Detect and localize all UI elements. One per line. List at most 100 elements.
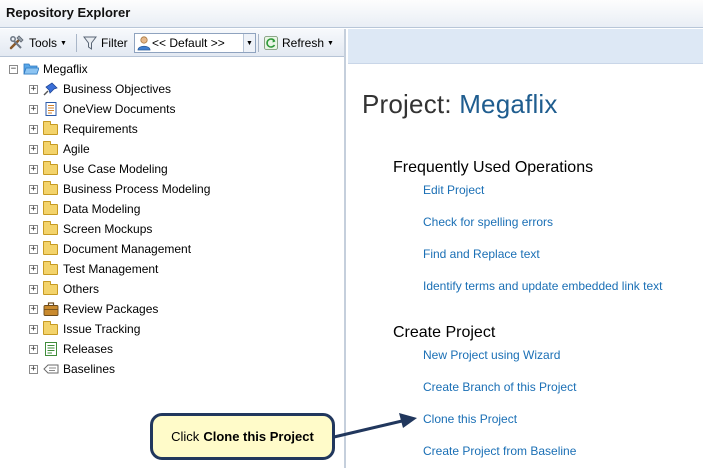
clone-project-link[interactable]: Clone this Project [423, 412, 517, 426]
tools-icon [9, 35, 24, 50]
tree-node-business-process-modeling[interactable]: + Business Process Modeling [29, 179, 210, 199]
expand-icon[interactable]: + [29, 204, 38, 214]
expand-icon[interactable]: + [29, 224, 38, 234]
tree-node-screen-mockups[interactable]: + Screen Mockups [29, 219, 152, 239]
folder-icon [43, 201, 59, 216]
expand-icon[interactable]: + [29, 144, 38, 154]
folder-icon [43, 221, 59, 236]
expand-icon[interactable]: + [29, 104, 38, 114]
create-branch-link[interactable]: Create Branch of this Project [423, 380, 576, 394]
expand-icon[interactable]: + [29, 124, 38, 134]
tree-node-label: Use Case Modeling [63, 162, 168, 176]
tree-node-label: Issue Tracking [63, 322, 141, 336]
toolbar-separator [76, 34, 77, 52]
tree-node-label: Data Modeling [63, 202, 141, 216]
tree-node-label: Document Management [63, 242, 192, 256]
expand-icon[interactable]: + [29, 84, 38, 94]
tree-node-label: Others [63, 282, 100, 296]
tree-node-use-case-modeling[interactable]: + Use Case Modeling [29, 159, 168, 179]
instruction-callout: Click Clone this Project [150, 413, 335, 460]
create-from-baseline-link[interactable]: Create Project from Baseline [423, 444, 576, 458]
edit-project-link[interactable]: Edit Project [423, 183, 484, 197]
chevron-down-icon[interactable]: ▼ [243, 34, 255, 52]
expand-icon[interactable]: + [29, 244, 38, 254]
find-replace-link[interactable]: Find and Replace text [423, 247, 540, 261]
tree-node-business-objectives[interactable]: + Business Objectives [29, 79, 171, 99]
expand-icon[interactable]: + [29, 304, 38, 314]
folder-icon [43, 121, 59, 136]
tree-node-releases[interactable]: + Releases [29, 339, 113, 359]
filter-icon [83, 36, 97, 50]
expand-icon[interactable]: + [29, 264, 38, 274]
create-project-heading: Create Project [393, 324, 496, 341]
expand-icon[interactable]: + [29, 184, 38, 194]
filter-select[interactable]: << Default >> ▼ [134, 33, 256, 53]
new-project-wizard-link[interactable]: New Project using Wizard [423, 348, 560, 362]
tree-node-review-packages[interactable]: + Review Packages [29, 299, 158, 319]
baseline-icon [43, 362, 59, 376]
chevron-down-icon: ▼ [327, 39, 334, 47]
refresh-button[interactable]: Refresh ▼ [263, 34, 334, 52]
repository-tree-pane: Tools ▼ Filter << Default >> ▼ Refresh ▼… [0, 29, 346, 468]
project-overview-pane: Project: Megaflix Frequently Used Operat… [348, 29, 703, 468]
expand-icon[interactable]: + [29, 324, 38, 334]
tree-node-requirements[interactable]: + Requirements [29, 119, 138, 139]
window-title: Repository Explorer [6, 5, 131, 20]
releases-icon [43, 342, 59, 356]
chevron-down-icon: ▼ [60, 39, 67, 47]
filter-select-value: << Default >> [152, 36, 225, 50]
user-icon [137, 36, 151, 51]
expand-icon[interactable]: + [29, 364, 38, 374]
refresh-icon [264, 36, 278, 50]
tree-node-issue-tracking[interactable]: + Issue Tracking [29, 319, 140, 339]
tree-node-oneview-documents[interactable]: + OneView Documents [29, 99, 176, 119]
tree-node-data-modeling[interactable]: + Data Modeling [29, 199, 140, 219]
collapse-icon[interactable]: − [9, 64, 18, 74]
tree-node-label: Requirements [63, 122, 138, 136]
frequent-operations-heading: Frequently Used Operations [393, 159, 594, 176]
folder-icon [43, 281, 59, 296]
tree-node-agile[interactable]: + Agile [29, 139, 90, 159]
tree-node-label: Baselines [63, 362, 116, 376]
tree-node-test-management[interactable]: + Test Management [29, 259, 158, 279]
tree-node-label: OneView Documents [63, 102, 176, 116]
tools-menu-button[interactable]: Tools ▼ [8, 34, 67, 52]
page-title: Project: Megaflix [362, 89, 558, 120]
folder-icon [43, 321, 59, 336]
tree-node-label: Business Objectives [63, 82, 172, 96]
pane-header-band [348, 29, 703, 64]
tree-node-label: Agile [63, 142, 90, 156]
tree-node-megaflix[interactable]: − Megaflix [9, 59, 88, 79]
tree-node-label: Screen Mockups [63, 222, 153, 236]
expand-icon[interactable]: + [29, 284, 38, 294]
document-icon [43, 102, 59, 116]
tree-node-label: Business Process Modeling [63, 182, 211, 196]
tools-label: Tools [29, 36, 58, 50]
briefcase-icon [43, 302, 59, 316]
folder-icon [43, 181, 59, 196]
tree-node-label: Test Management [63, 262, 159, 276]
folder-icon [43, 161, 59, 176]
expand-icon[interactable]: + [29, 164, 38, 174]
filter-label: Filter [101, 36, 128, 50]
tree-node-label: Megaflix [43, 62, 88, 76]
toolbar-separator [258, 34, 259, 52]
callout-target: Clone this Project [203, 429, 314, 444]
expand-icon[interactable]: + [29, 344, 38, 354]
folder-icon [43, 141, 59, 156]
refresh-label: Refresh [282, 36, 325, 50]
tree-node-label: Releases [63, 342, 114, 356]
tree-node-document-management[interactable]: + Document Management [29, 239, 191, 259]
tree-node-baselines[interactable]: + Baselines [29, 359, 115, 379]
callout-prefix: Click [171, 429, 200, 444]
check-spelling-link[interactable]: Check for spelling errors [423, 215, 553, 229]
filter-button[interactable]: Filter [82, 34, 128, 52]
folder-icon [43, 261, 59, 276]
identify-terms-link[interactable]: Identify terms and update embedded link … [423, 279, 662, 293]
tree-node-label: Review Packages [63, 302, 159, 316]
window-title-bar: Repository Explorer [0, 0, 703, 28]
page-title-prefix: Project: [362, 89, 452, 119]
tree-node-others[interactable]: + Others [29, 279, 99, 299]
explorer-toolbar: Tools ▼ Filter << Default >> ▼ Refresh ▼ [0, 29, 344, 57]
open-folder-icon [23, 62, 40, 76]
